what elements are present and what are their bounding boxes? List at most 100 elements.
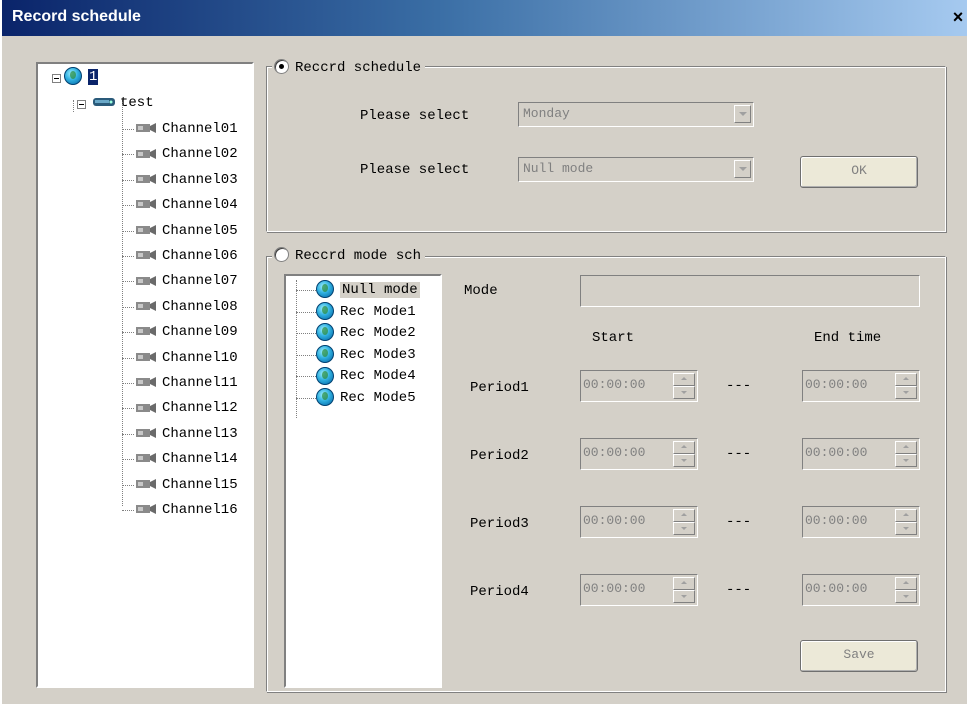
mode-list-label: Rec Mode4 xyxy=(340,368,416,385)
mode-icon xyxy=(316,280,334,299)
day-select[interactable]: Monday xyxy=(518,102,754,127)
tree-channel-item[interactable]: Channel02 xyxy=(134,143,238,165)
record-schedule-radio-dot[interactable] xyxy=(274,58,289,74)
record-mode-schedule-radio-dot[interactable] xyxy=(274,246,289,262)
camera-icon xyxy=(134,274,158,288)
tree-channel-label: Channel05 xyxy=(162,222,238,239)
tree-channel-item[interactable]: Channel01 xyxy=(134,118,238,140)
tree-root-label: 1 xyxy=(88,69,99,85)
spin-down-icon[interactable] xyxy=(673,386,695,399)
tree-channel-label: Channel01 xyxy=(162,121,238,137)
camera-icon xyxy=(134,502,158,516)
period-end-time[interactable]: 00:00:00 xyxy=(802,506,920,538)
tree-channel-item[interactable]: Channel05 xyxy=(134,220,238,242)
period-label: Period2 xyxy=(470,448,529,464)
mode-list-item[interactable]: Rec Mode3 xyxy=(316,345,416,365)
spin-up-icon[interactable] xyxy=(673,509,695,522)
mode-list[interactable]: Null mode Rec Mode1 Rec Mode2 Rec Mode3 Rec … xyxy=(284,274,442,688)
period-end-time[interactable]: 00:00:00 xyxy=(802,574,920,606)
period-end-time[interactable]: 00:00:00 xyxy=(802,370,920,402)
tree-channel-item[interactable]: Channel04 xyxy=(134,194,238,216)
tree-channel-item[interactable]: Channel07 xyxy=(134,270,238,292)
mode-name-input[interactable] xyxy=(580,275,920,307)
mode-list-label: Rec Mode2 xyxy=(340,325,416,342)
tree-channel-label: Channel04 xyxy=(162,197,238,214)
record-schedule-legend: Reccrd schedule xyxy=(295,60,422,76)
spin-up-icon[interactable] xyxy=(673,577,695,590)
mode-select-label: Please select xyxy=(360,162,470,178)
tree-channel-item[interactable]: Channel10 xyxy=(134,347,238,369)
camera-icon xyxy=(134,172,158,186)
camera-icon xyxy=(134,147,158,161)
tree-channel-item[interactable]: Channel06 xyxy=(134,245,238,267)
globe-icon xyxy=(64,67,82,86)
record-mode-schedule-radio[interactable]: Reccrd mode sch xyxy=(272,246,426,266)
chevron-down-icon[interactable] xyxy=(734,105,751,123)
period-start-time[interactable]: 00:00:00 xyxy=(580,574,698,606)
tree-channel-label: Channel09 xyxy=(162,324,238,341)
mode-list-item[interactable]: Rec Mode2 xyxy=(316,323,416,343)
device-collapse-icon[interactable] xyxy=(77,100,86,109)
tree-channel-label: Channel16 xyxy=(162,502,238,518)
spin-down-icon[interactable] xyxy=(895,522,917,535)
close-icon[interactable]: × xyxy=(948,6,967,28)
mode-list-item[interactable]: Rec Mode1 xyxy=(316,301,416,322)
tree-channel-label: Channel10 xyxy=(162,349,238,366)
record-schedule-radio[interactable]: Reccrd schedule xyxy=(272,58,426,78)
spin-up-icon[interactable] xyxy=(895,577,917,590)
spin-up-icon[interactable] xyxy=(673,373,695,386)
spin-down-icon[interactable] xyxy=(895,590,917,603)
mode-list-item[interactable]: Rec Mode4 xyxy=(316,366,416,386)
period-start-time[interactable]: 00:00:00 xyxy=(580,438,698,470)
period-separator: --- xyxy=(726,582,752,598)
spin-down-icon[interactable] xyxy=(895,386,917,399)
period-start-time[interactable]: 00:00:00 xyxy=(580,506,698,538)
period-start-value: 00:00:00 xyxy=(583,513,646,528)
root-collapse-icon[interactable] xyxy=(52,74,61,83)
spin-up-icon[interactable] xyxy=(895,441,917,454)
tree-channel-item[interactable]: Channel15 xyxy=(134,474,238,496)
spin-down-icon[interactable] xyxy=(673,522,695,535)
ok-button[interactable]: OK xyxy=(800,156,918,188)
tree-channel-item[interactable]: Channel11 xyxy=(134,372,238,394)
mode-list-label: Rec Mode3 xyxy=(340,346,416,363)
period-start-time[interactable]: 00:00:00 xyxy=(580,370,698,402)
tree-channel-item[interactable]: Channel03 xyxy=(134,169,238,191)
chevron-down-icon[interactable] xyxy=(734,160,751,178)
camera-icon xyxy=(134,197,158,211)
tree-channel-label: Channel07 xyxy=(162,273,238,290)
tree-channel-item[interactable]: Channel08 xyxy=(134,296,238,318)
tree-channel-item[interactable]: Channel16 xyxy=(134,499,238,521)
tree-channel-item[interactable]: Channel09 xyxy=(134,321,238,343)
spin-down-icon[interactable] xyxy=(673,454,695,467)
mode-list-item[interactable]: Rec Mode5 xyxy=(316,388,416,408)
day-select-label: Please select xyxy=(360,108,470,124)
save-button[interactable]: Save xyxy=(800,640,918,672)
mode-list-item[interactable]: Null mode xyxy=(316,280,420,300)
tree-device[interactable]: test xyxy=(92,92,154,114)
tree-channel-item[interactable]: Channel13 xyxy=(134,423,238,445)
tree-channel-label: Channel02 xyxy=(162,146,238,163)
period-end-time[interactable]: 00:00:00 xyxy=(802,438,920,470)
spin-up-icon[interactable] xyxy=(895,373,917,386)
tree-root[interactable]: 1 xyxy=(64,66,99,88)
tree-channel-item[interactable]: Channel12 xyxy=(134,397,238,419)
spin-up-icon[interactable] xyxy=(895,509,917,522)
camera-icon xyxy=(134,350,158,364)
tree-channel-item[interactable]: Channel14 xyxy=(134,448,238,470)
camera-icon xyxy=(134,375,158,389)
spin-up-icon[interactable] xyxy=(673,441,695,454)
period-end-value: 00:00:00 xyxy=(805,445,868,460)
camera-icon xyxy=(134,477,158,491)
mode-list-label: Rec Mode5 xyxy=(340,390,416,406)
record-schedule-dialog: Record schedule × 1 test Channel01 Channe… xyxy=(0,0,967,704)
tree-channel-label: Channel11 xyxy=(162,375,238,391)
camera-icon xyxy=(134,223,158,237)
period-end-value: 00:00:00 xyxy=(805,377,868,392)
spin-down-icon[interactable] xyxy=(895,454,917,467)
spin-down-icon[interactable] xyxy=(673,590,695,603)
mode-select[interactable]: Null mode xyxy=(518,157,754,182)
device-tree[interactable]: 1 test Channel01 Channel02 Channel03 Channe… xyxy=(36,62,254,688)
title-bar: Record schedule × xyxy=(2,0,967,36)
camera-icon xyxy=(134,451,158,465)
